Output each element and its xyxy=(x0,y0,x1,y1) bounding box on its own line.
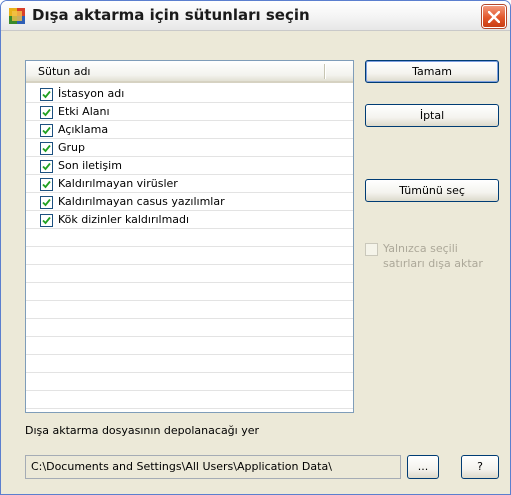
empty-row xyxy=(26,247,353,265)
title-bar[interactable]: Dışa aktarma için sütunları seçin xyxy=(1,1,510,31)
checkbox[interactable] xyxy=(40,160,53,173)
empty-row xyxy=(26,355,353,373)
close-button[interactable] xyxy=(482,5,506,28)
avg-app-icon xyxy=(9,8,26,25)
list-item-label: Kaldırılmayan casus yazılımlar xyxy=(58,195,225,208)
checkmark-icon xyxy=(42,198,51,207)
checkbox[interactable] xyxy=(40,142,53,155)
export-path-field[interactable]: C:\Documents and Settings\All Users\Appl… xyxy=(25,455,401,479)
empty-row xyxy=(26,373,353,391)
list-item-label: Açıklama xyxy=(58,123,109,136)
list-item[interactable]: Kök dizinler kaldırılmadı xyxy=(26,211,353,229)
checkmark-icon xyxy=(42,216,51,225)
checkbox[interactable] xyxy=(40,124,53,137)
list-header[interactable]: Sütun adı xyxy=(26,61,353,83)
cancel-button[interactable]: İptal xyxy=(365,104,499,127)
empty-row xyxy=(26,265,353,283)
export-path-label: Dışa aktarma dosyasının depolanacağı yer xyxy=(25,424,260,437)
close-icon xyxy=(488,11,500,23)
export-columns-dialog: Dışa aktarma için sütunları seçin Sütun … xyxy=(0,0,511,495)
ok-button[interactable]: Tamam xyxy=(365,60,499,83)
list-item-label: İstasyon adı xyxy=(58,87,125,100)
dialog-client-area: Sütun adı İstasyon adı Etki Alanı Açıkla… xyxy=(1,32,510,494)
checkmark-icon xyxy=(42,90,51,99)
checkbox[interactable] xyxy=(40,178,53,191)
only-selected-checkbox[interactable] xyxy=(365,243,378,256)
checkmark-icon xyxy=(42,144,51,153)
list-item[interactable]: İstasyon adı xyxy=(26,85,353,103)
checkbox[interactable] xyxy=(40,196,53,209)
help-button[interactable]: ? xyxy=(461,455,499,479)
empty-row xyxy=(26,319,353,337)
list-item[interactable]: Açıklama xyxy=(26,121,353,139)
browse-button[interactable]: ... xyxy=(407,455,439,479)
empty-row xyxy=(26,229,353,247)
checkbox[interactable] xyxy=(40,106,53,119)
empty-row xyxy=(26,283,353,301)
column-header-name: Sütun adı xyxy=(38,65,91,78)
list-item[interactable]: Kaldırılmayan casus yazılımlar xyxy=(26,193,353,211)
select-all-button[interactable]: Tümünü seç xyxy=(365,179,499,202)
empty-row xyxy=(26,337,353,355)
checkmark-icon xyxy=(42,180,51,189)
list-item[interactable]: Etki Alanı xyxy=(26,103,353,121)
empty-row xyxy=(26,301,353,319)
list-item[interactable]: Grup xyxy=(26,139,353,157)
list-item-label: Kök dizinler kaldırılmadı xyxy=(58,213,190,226)
list-item-label: Etki Alanı xyxy=(58,105,110,118)
only-selected-label: Yalnızca seçili satırları dışa aktar xyxy=(383,242,483,270)
checkmark-icon xyxy=(42,126,51,135)
list-item-label: Grup xyxy=(58,141,86,154)
list-item[interactable]: Kaldırılmayan virüsler xyxy=(26,175,353,193)
column-separator[interactable] xyxy=(324,64,326,79)
columns-list[interactable]: Sütun adı İstasyon adı Etki Alanı Açıkla… xyxy=(25,60,354,413)
window-title: Dışa aktarma için sütunları seçin xyxy=(32,6,310,24)
checkbox[interactable] xyxy=(40,88,53,101)
list-item-label: Son iletişim xyxy=(58,159,122,172)
checkbox[interactable] xyxy=(40,214,53,227)
checkmark-icon xyxy=(42,108,51,117)
list-item-label: Kaldırılmayan virüsler xyxy=(58,177,178,190)
checkmark-icon xyxy=(42,162,51,171)
list-item[interactable]: Son iletişim xyxy=(26,157,353,175)
empty-row xyxy=(26,391,353,409)
